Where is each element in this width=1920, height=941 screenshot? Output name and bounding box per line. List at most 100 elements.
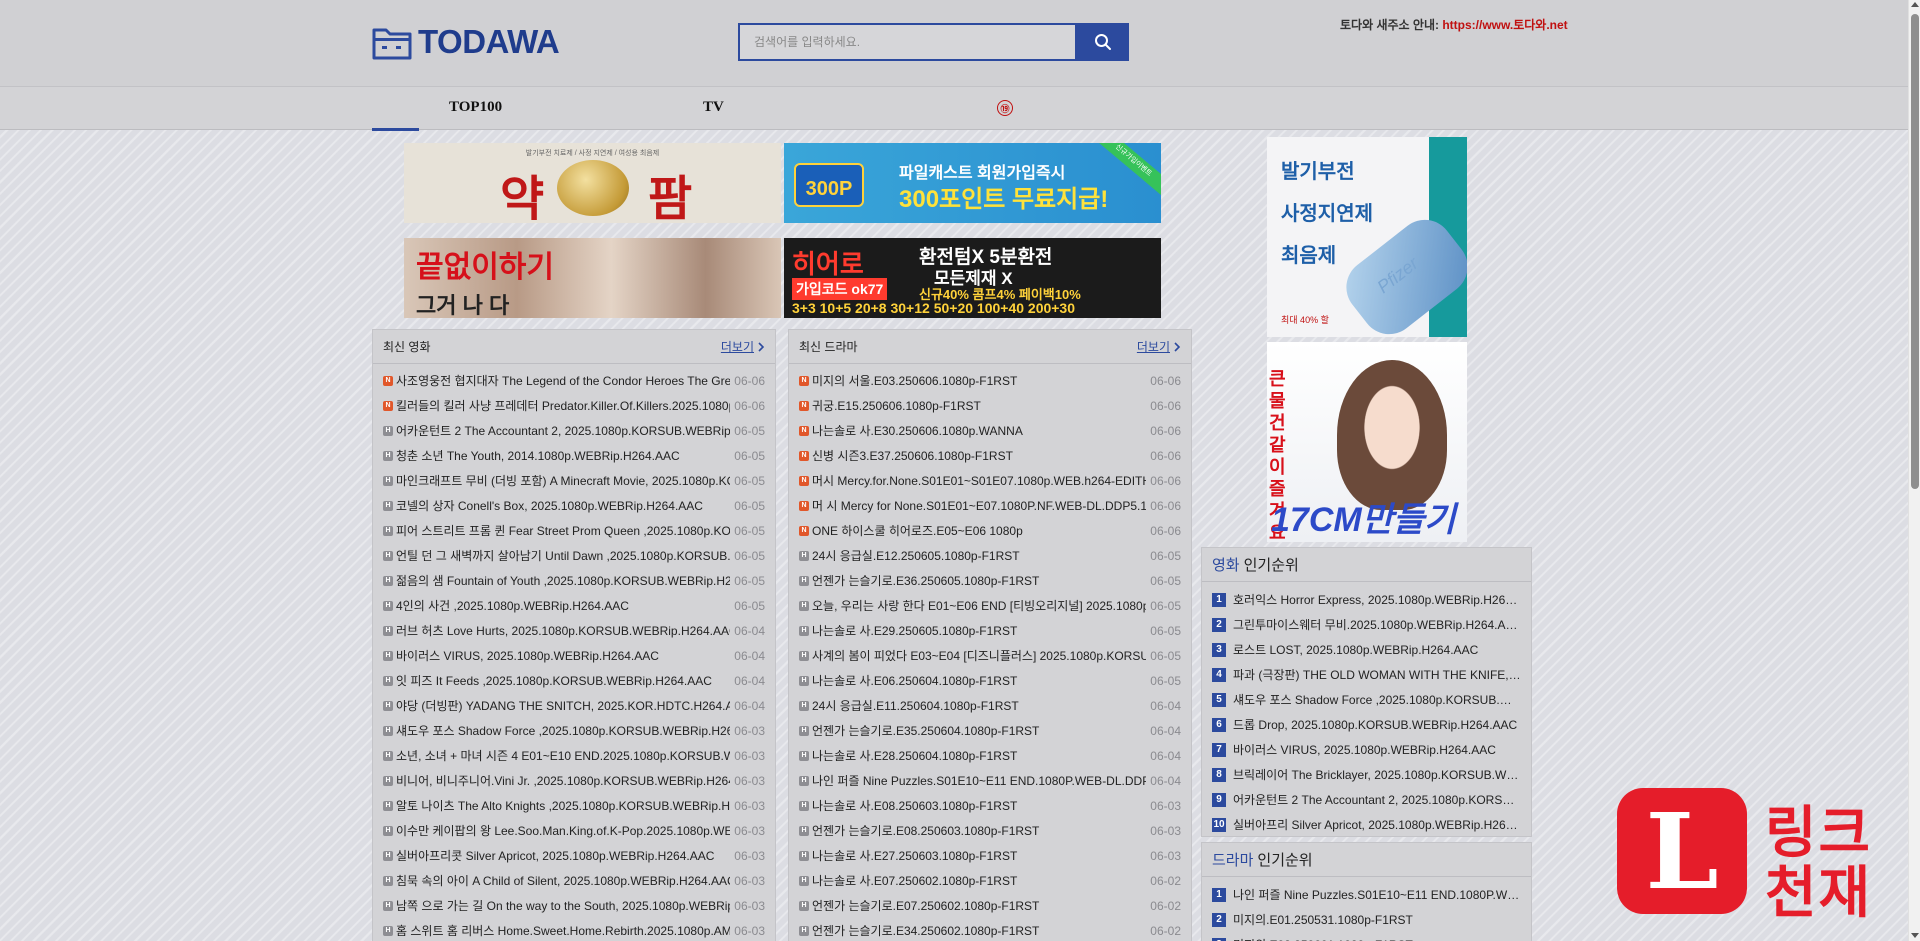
list-item[interactable]: N 미지의 서울.E03.250606.1080p-F1RST 06-06 <box>789 368 1191 393</box>
ranking-item[interactable]: 4 파과 (극장판) THE OLD WOMAN WITH THE KNIFE, … <box>1202 662 1531 687</box>
item-title[interactable]: 나는솔로 사.E29.250605.1080p-F1RST <box>812 622 1146 639</box>
list-item[interactable]: H 섀도우 포스 Shadow Force ,2025.1080p.KORSUB.… <box>373 718 775 743</box>
list-item[interactable]: H 바이러스 VIRUS, 2025.1080p.WEBRip.H264.AAC 0… <box>373 643 775 668</box>
item-title[interactable]: 오늘, 우리는 사랑 한다 E01~E06 END [티빙오리지널] 2025.… <box>812 597 1146 614</box>
list-item[interactable]: H 나는솔로 사.E27.250603.1080p-F1RST 06-03 <box>789 843 1191 868</box>
item-title[interactable]: 귀궁.E15.250606.1080p-F1RST <box>812 397 1146 414</box>
scroll-down-arrow-icon[interactable] <box>1911 933 1919 938</box>
item-title[interactable]: 언젠가 는슬기로.E35.250604.1080p-F1RST <box>812 722 1146 739</box>
ranking-item-title[interactable]: 바이러스 VIRUS, 2025.1080p.WEBRip.H264.AAC <box>1233 741 1521 758</box>
list-item[interactable]: H 젊음의 샘 Fountain of Youth ,2025.1080p.KOR… <box>373 568 775 593</box>
banner-side-pfizer[interactable]: 발기부전 사정지연제 최음제 Pfizer 최대 40% 할 <box>1267 137 1467 337</box>
ranking-item-title[interactable]: 미지의.E01.250531.1080p-F1RST <box>1233 911 1521 928</box>
scroll-up-arrow-icon[interactable] <box>1911 2 1919 7</box>
ranking-item-title[interactable]: 드롭 Drop, 2025.1080p.KORSUB.WEBRip.H264.A… <box>1233 716 1521 733</box>
list-item[interactable]: H 24시 응급실.E11.250604.1080p-F1RST 06-04 <box>789 693 1191 718</box>
ranking-item[interactable]: 2 그린투마이스웨터 무비.2025.1080p.WEBRip.H264.AAC <box>1202 612 1531 637</box>
banner-side-17cm[interactable]: 큰물건 같이 즐겨요 17CM만들기 <box>1267 342 1467 542</box>
nav-top100[interactable]: TOP100 <box>449 99 502 116</box>
ranking-item[interactable]: 8 브릭레이어 The Bricklayer, 2025.1080p.KORSUB… <box>1202 762 1531 787</box>
item-title[interactable]: 머 시 Mercy for None.S01E01~E07.1080P.NF.W… <box>812 497 1146 514</box>
item-title[interactable]: 나인 퍼즐 Nine Puzzles.S01E10~E11 END.1080P.… <box>812 772 1146 789</box>
ranking-item[interactable]: 7 바이러스 VIRUS, 2025.1080p.WEBRip.H264.AAC <box>1202 737 1531 762</box>
item-title[interactable]: 나는솔로 사.E27.250603.1080p-F1RST <box>812 847 1146 864</box>
item-title[interactable]: 알토 나이츠 The Alto Knights ,2025.1080p.KORS… <box>396 797 730 814</box>
item-title[interactable]: 언젠가 는슬기로.E34.250602.1080p-F1RST <box>812 922 1146 939</box>
ranking-item-title[interactable]: 나인 퍼즐 Nine Puzzles.S01E10~E11 END.1080P.… <box>1233 886 1521 903</box>
banner-hero[interactable]: 히어로 가입코드 ok77 환전텀X 5분환전 모든제재 X 신규40% 콤프4… <box>784 238 1161 318</box>
item-title[interactable]: 나는솔로 사.E07.250602.1080p-F1RST <box>812 872 1146 889</box>
nav-adult-19-icon[interactable]: ⑲ <box>997 100 1013 116</box>
linkcheonjae-floating-logo[interactable]: L 링크 천재 <box>1617 786 1887 924</box>
item-title[interactable]: 야당 (더빙판) YADANG THE SNITCH, 2025.KOR.HDT… <box>396 697 730 714</box>
list-item[interactable]: N 킬러들의 킬러 사냥 프레데터 Predator.Killer.Of.Kill… <box>373 393 775 418</box>
list-item[interactable]: H홈 스위트 홈 리버스 Home.Sweet.Home.Rebirth.202… <box>373 918 775 941</box>
ranking-item[interactable]: 5 섀도우 포스 Shadow Force ,2025.1080p.KORSUB.… <box>1202 687 1531 712</box>
list-item[interactable]: H 나는솔로 사.E07.250602.1080p-F1RST 06-02 <box>789 868 1191 893</box>
list-item[interactable]: H 언틸 던 그 새벽까지 살아남기 Until Dawn ,2025.1080p… <box>373 543 775 568</box>
list-item[interactable]: H 언젠가 는슬기로.E34.250602.1080p-F1RST 06-02 <box>789 918 1191 941</box>
item-title[interactable]: 미지의 서울.E03.250606.1080p-F1RST <box>812 372 1146 389</box>
list-item[interactable]: N 신병 시즌3.E37.250606.1080p-F1RST 06-06 <box>789 443 1191 468</box>
page-scrollbar[interactable] <box>1908 0 1920 941</box>
ranking-item[interactable]: 10 실버아프리 Silver Apricot, 2025.1080p.WEBRi… <box>1202 812 1531 837</box>
item-title[interactable]: 소년, 소녀 + 마녀 시즌 4 E01~E10 END.2025.1080p.… <box>396 747 730 764</box>
site-logo[interactable]: TODAWA <box>372 23 560 61</box>
list-item[interactable]: N 사조영웅전 협지대자 The Legend of the Condor Her… <box>373 368 775 393</box>
list-item[interactable]: N 머시 Mercy.for.None.S01E01~S01E07.1080p.W… <box>789 468 1191 493</box>
notice-url[interactable]: https://www.토다와.net <box>1442 18 1567 32</box>
item-title[interactable]: 이수만 케이팝의 왕 Lee.Soo.Man.King.of.K-Pop.202… <box>396 822 730 839</box>
ranking-item-title[interactable]: 어카운턴트 2 The Accountant 2, 2025.1080p.KOR… <box>1233 791 1521 808</box>
list-item[interactable]: H 나인 퍼즐 Nine Puzzles.S01E10~E11 END.1080P… <box>789 768 1191 793</box>
list-item[interactable]: H 어카운턴트 2 The Accountant 2, 2025.1080p.KO… <box>373 418 775 443</box>
item-title[interactable]: 사조영웅전 협지대자 The Legend of the Condor Hero… <box>396 372 730 389</box>
list-item[interactable]: H 침묵 속의 아이 A Child of Silent, 2025.1080p.… <box>373 868 775 893</box>
list-item[interactable]: H 나는솔로 사.E06.250604.1080p-F1RST 06-05 <box>789 668 1191 693</box>
ranking-item-title[interactable]: 브릭레이어 The Bricklayer, 2025.1080p.KORSUB.… <box>1233 766 1521 783</box>
ranking-item-title[interactable]: 실버아프리 Silver Apricot, 2025.1080p.WEBRip.… <box>1233 816 1521 833</box>
list-item[interactable]: H 오늘, 우리는 사랑 한다 E01~E06 END [티빙오리지널] 2025… <box>789 593 1191 618</box>
ranking-item[interactable]: 6 드롭 Drop, 2025.1080p.KORSUB.WEBRip.H264.… <box>1202 712 1531 737</box>
ranking-item-title[interactable]: 파과 (극장판) THE OLD WOMAN WITH THE KNIFE, 2… <box>1233 666 1521 683</box>
item-title[interactable]: 청춘 소년 The Youth, 2014.1080p.WEBRip.H264.… <box>396 447 730 464</box>
item-title[interactable]: 킬러들의 킬러 사냥 프레데터 Predator.Killer.Of.Kille… <box>396 397 730 414</box>
list-item[interactable]: H 남쪽 으로 가는 길 On the way to the South, 202… <box>373 893 775 918</box>
item-title[interactable]: 비니어, 비니주니어.Vini Jr. ,2025.1080p.KORSUB.W… <box>396 772 730 789</box>
list-item[interactable]: N 나는솔로 사.E30.250606.1080p.WANNA 06-06 <box>789 418 1191 443</box>
item-title[interactable]: 나는솔로 사.E30.250606.1080p.WANNA <box>812 422 1146 439</box>
list-item[interactable]: H 이수만 케이팝의 왕 Lee.Soo.Man.King.of.K-Pop.20… <box>373 818 775 843</box>
list-item[interactable]: H 소년, 소녀 + 마녀 시즌 4 E01~E10 END.2025.1080p… <box>373 743 775 768</box>
ranking-item[interactable]: 2 미지의.E01.250531.1080p-F1RST <box>1202 907 1531 932</box>
search-button[interactable] <box>1077 23 1129 61</box>
item-title[interactable]: 잇 피즈 It Feeds ,2025.1080p.KORSUB.WEBRip.… <box>396 672 730 689</box>
item-title[interactable]: 어카운턴트 2 The Accountant 2, 2025.1080p.KOR… <box>396 422 730 439</box>
ranking-item[interactable]: 1 나인 퍼즐 Nine Puzzles.S01E10~E11 END.1080P… <box>1202 882 1531 907</box>
list-item[interactable]: H 언젠가 는슬기로.E35.250604.1080p-F1RST 06-04 <box>789 718 1191 743</box>
ranking-item-title[interactable]: 섀도우 포스 Shadow Force ,2025.1080p.KORSUB.W… <box>1233 691 1521 708</box>
item-title[interactable]: 바이러스 VIRUS, 2025.1080p.WEBRip.H264.AAC <box>396 647 730 664</box>
list-item[interactable]: H 피어 스트리트 프롬 퀸 Fear Street Prom Queen ,20… <box>373 518 775 543</box>
item-title[interactable]: 나는솔로 사.E06.250604.1080p-F1RST <box>812 672 1146 689</box>
list-item[interactable]: H 야당 (더빙판) YADANG THE SNITCH, 2025.KOR.HD… <box>373 693 775 718</box>
item-title[interactable]: 4인의 사건 ,2025.1080p.WEBRip.H264.AAC <box>396 597 730 614</box>
ranking-item[interactable]: 1 호러익스 Horror Express, 2025.1080p.WEBRip.… <box>1202 587 1531 612</box>
ranking-item[interactable]: 3 미지의.E02.250601.1080p-F1RST <box>1202 932 1531 941</box>
ranking-item-title[interactable]: 미지의.E02.250601.1080p-F1RST <box>1233 936 1521 941</box>
ranking-item-title[interactable]: 호러익스 Horror Express, 2025.1080p.WEBRip.H… <box>1233 591 1521 608</box>
list-item[interactable]: H 청춘 소년 The Youth, 2014.1080p.WEBRip.H264… <box>373 443 775 468</box>
item-title[interactable]: 코넬의 상자 Conell's Box, 2025.1080p.WEBRip.H… <box>396 497 730 514</box>
more-link[interactable]: 더보기 <box>721 338 765 355</box>
item-title[interactable]: 젊음의 샘 Fountain of Youth ,2025.1080p.KORS… <box>396 572 730 589</box>
item-title[interactable]: 24시 응급실.E11.250604.1080p-F1RST <box>812 697 1146 714</box>
item-title[interactable]: 피어 스트리트 프롬 퀸 Fear Street Prom Queen ,202… <box>396 522 730 539</box>
list-item[interactable]: H 실버아프리콧 Silver Apricot, 2025.1080p.WEBRi… <box>373 843 775 868</box>
list-item[interactable]: H 언젠가 는슬기로.E08.250603.1080p-F1RST 06-03 <box>789 818 1191 843</box>
item-title[interactable]: 머시 Mercy.for.None.S01E01~S01E07.1080p.WE… <box>812 472 1146 489</box>
list-item[interactable]: H 나는솔로 사.E08.250603.1080p-F1RST 06-03 <box>789 793 1191 818</box>
item-title[interactable]: 나는솔로 사.E28.250604.1080p-F1RST <box>812 747 1146 764</box>
list-item[interactable]: H 사계의 봄이 피었다 E03~E04 [디즈니플러스] 2025.1080p.… <box>789 643 1191 668</box>
ranking-item-title[interactable]: 로스트 LOST, 2025.1080p.WEBRip.H264.AAC <box>1233 641 1521 658</box>
item-title[interactable]: 실버아프리콧 Silver Apricot, 2025.1080p.WEBRip… <box>396 847 730 864</box>
item-title[interactable]: 사계의 봄이 피었다 E03~E04 [디즈니플러스] 2025.1080p.K… <box>812 647 1146 664</box>
item-title[interactable]: 언젠가 는슬기로.E36.250605.1080p-F1RST <box>812 572 1146 589</box>
